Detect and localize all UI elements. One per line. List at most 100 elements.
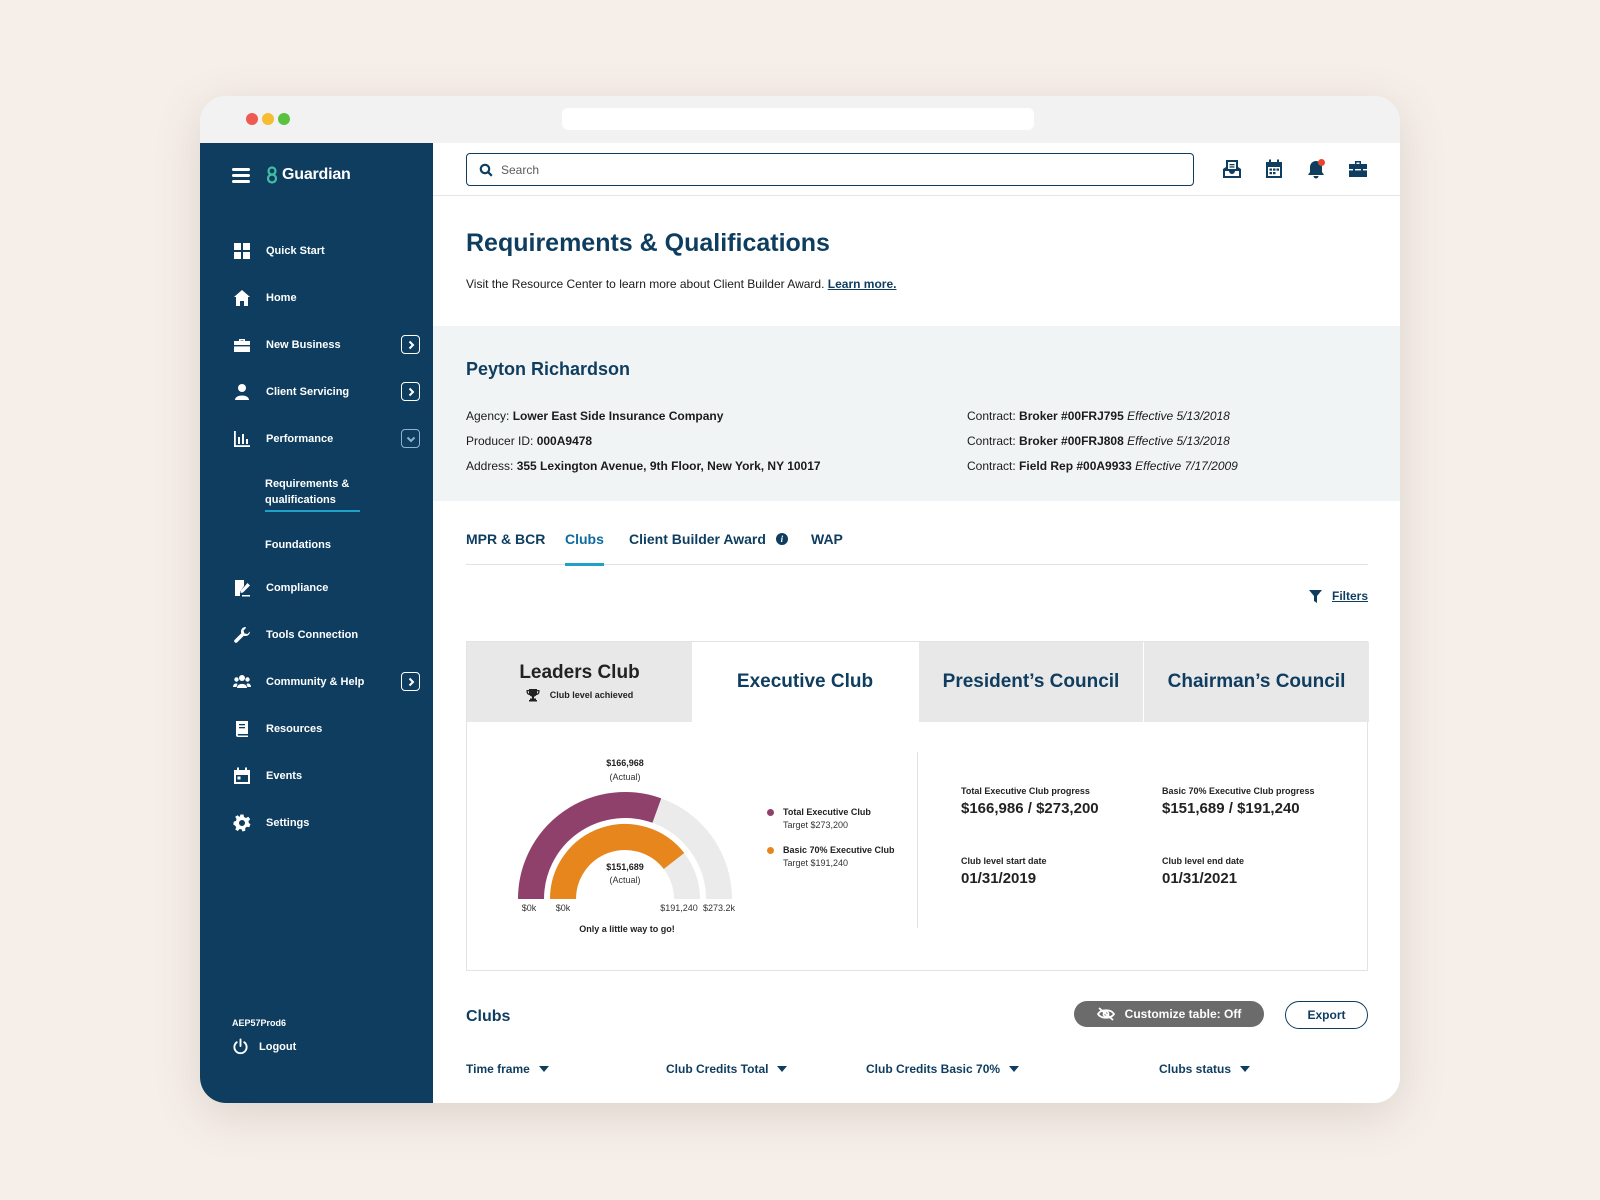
sidebar-item-label: New Business xyxy=(266,338,341,351)
gauge-legend: Total Executive Club Target $273,200 Bas… xyxy=(767,806,897,882)
club-tab-chairmans[interactable]: Chairman’s Council xyxy=(1144,642,1369,722)
menu-icon[interactable] xyxy=(232,167,250,183)
minimize-window-button[interactable] xyxy=(262,113,274,125)
panel-divider xyxy=(917,752,918,928)
book-icon xyxy=(232,719,252,739)
tab-label: Client Builder Award xyxy=(629,531,766,547)
contract-effective: Effective 5/13/2018 xyxy=(1127,409,1230,423)
contract-value: Broker #00FRJ795 xyxy=(1019,409,1124,423)
wrench-icon xyxy=(232,625,252,645)
column-header-time-frame[interactable]: Time frame xyxy=(466,1062,549,1076)
sidebar-item-community-help[interactable]: Community & Help xyxy=(200,658,433,705)
progress-gauge: $166,968 (Actual) $151,689 (Actual) $0k … xyxy=(467,722,917,972)
column-header-clubs-status[interactable]: Clubs status xyxy=(1159,1062,1251,1076)
tab-label: Clubs xyxy=(565,531,604,547)
club-panel: Leaders Club Club level achieved Executi… xyxy=(466,641,1369,972)
logout-button[interactable]: Logout xyxy=(232,1038,296,1055)
top-icons xyxy=(1222,159,1368,179)
chevron-down-icon[interactable] xyxy=(401,429,420,448)
tab-label: MPR & BCR xyxy=(466,531,546,547)
sidebar-item-label: Settings xyxy=(266,816,310,829)
inner-min-label: $0k xyxy=(556,903,571,913)
tab-wap[interactable]: WAP xyxy=(811,531,843,565)
intro-text: Visit the Resource Center to learn more … xyxy=(466,277,896,291)
club-tab-presidents[interactable]: President’s Council xyxy=(919,642,1143,722)
club-tab-label: Leaders Club xyxy=(519,662,640,683)
stat-value: 01/31/2021 xyxy=(1162,870,1238,887)
sidebar-item-compliance[interactable]: Compliance xyxy=(200,564,433,611)
sidebar-item-new-business[interactable]: New Business xyxy=(200,321,433,368)
caret-down-icon xyxy=(777,1066,788,1072)
stat-value: $151,689 / $191,240 xyxy=(1162,800,1300,817)
outer-actual-note: (Actual) xyxy=(609,772,640,782)
contract-label: Contract: xyxy=(967,434,1016,448)
inner-max-label: $191,240 xyxy=(660,903,698,913)
bell-icon[interactable] xyxy=(1306,159,1326,179)
tab-client-builder-award[interactable]: Client Builder Award i xyxy=(629,531,788,565)
chevron-right-icon[interactable] xyxy=(401,382,420,401)
tab-bar: MPR & BCR Clubs Client Builder Award i WA… xyxy=(466,531,1368,566)
caret-down-icon xyxy=(538,1066,549,1072)
agency-value: Lower East Side Insurance Company xyxy=(512,409,724,423)
customize-label: Customize table: Off xyxy=(1124,1007,1242,1021)
chevron-right-icon[interactable] xyxy=(401,335,420,354)
customize-table-toggle[interactable]: Customize table: Off xyxy=(1074,1001,1264,1027)
people-icon xyxy=(232,672,252,692)
sidebar-item-settings[interactable]: Settings xyxy=(200,799,433,846)
address-bar[interactable] xyxy=(562,108,1034,130)
legend-name: Basic 70% Executive Club xyxy=(783,845,895,855)
sidebar-item-performance[interactable]: Performance xyxy=(200,415,433,462)
club-tab-executive[interactable]: Executive Club xyxy=(692,642,918,722)
stat-start-date: Club level start date 01/31/2019 xyxy=(961,856,1047,887)
column-label: Time frame xyxy=(466,1062,530,1076)
info-icon[interactable]: i xyxy=(775,533,788,545)
inbox-icon[interactable] xyxy=(1222,159,1242,179)
legend-item: Total Executive Club Target $273,200 xyxy=(767,806,897,832)
calendar-icon[interactable] xyxy=(1264,159,1284,179)
search-input[interactable] xyxy=(501,162,1181,177)
sidebar-item-label: Tools Connection xyxy=(266,628,359,641)
tab-mpr-bcr[interactable]: MPR & BCR xyxy=(466,531,545,565)
sidebar-subitem-label: Requirements & qualifications xyxy=(265,476,360,512)
sidebar-item-home[interactable]: Home xyxy=(200,274,433,321)
stat-label: Club level end date xyxy=(1162,856,1245,866)
club-achieved-status: Club level achieved xyxy=(526,688,634,702)
club-tab-leaders[interactable]: Leaders Club Club level achieved xyxy=(467,642,692,722)
filters-label: Filters xyxy=(1331,589,1368,603)
search-icon xyxy=(479,163,493,177)
brand-name: Guardian xyxy=(282,166,351,183)
club-tab-label: Chairman’s Council xyxy=(1167,671,1346,692)
sidebar-item-resources[interactable]: Resources xyxy=(200,705,433,752)
sidebar-subitem-label: Foundations xyxy=(265,539,331,551)
tab-clubs[interactable]: Clubs xyxy=(565,531,604,566)
calendar-icon xyxy=(232,766,252,786)
close-window-button[interactable] xyxy=(246,113,258,125)
agency-label: Agency: xyxy=(466,409,510,423)
browser-chrome xyxy=(200,96,1400,143)
club-achieved-label: Club level achieved xyxy=(549,690,634,700)
learn-more-link[interactable]: Learn more. xyxy=(828,277,897,291)
filter-icon xyxy=(1308,589,1322,603)
maximize-window-button[interactable] xyxy=(278,113,290,125)
search-box[interactable] xyxy=(466,153,1194,186)
export-button[interactable]: Export xyxy=(1285,1001,1368,1029)
sidebar-item-tools-connection[interactable]: Tools Connection xyxy=(200,611,433,658)
agency-line: Agency: Lower East Side Insurance Compan… xyxy=(466,409,723,423)
sidebar-item-label: Resources xyxy=(266,722,323,735)
brand: Guardian xyxy=(232,163,351,187)
sidebar-item-quick-start[interactable]: Quick Start xyxy=(200,227,433,274)
column-header-credits-total[interactable]: Club Credits Total xyxy=(666,1062,788,1076)
stat-value: 01/31/2019 xyxy=(961,870,1037,887)
outer-min-label: $0k xyxy=(522,903,537,913)
contract-line: Contract: Broker #00FRJ808 Effective 5/1… xyxy=(967,434,1230,448)
address-label: Address: xyxy=(466,459,514,473)
sidebar-item-events[interactable]: Events xyxy=(200,752,433,799)
sidebar-subitem-foundations[interactable]: Foundations xyxy=(200,526,433,564)
user-icon xyxy=(232,382,252,402)
chevron-right-icon[interactable] xyxy=(401,672,420,691)
toolbox-icon[interactable] xyxy=(1348,159,1368,179)
sidebar-subitem-requirements[interactable]: Requirements & qualifications xyxy=(200,462,433,526)
sidebar-item-client-servicing[interactable]: Client Servicing xyxy=(200,368,433,415)
column-header-credits-basic[interactable]: Club Credits Basic 70% xyxy=(866,1062,1020,1076)
filters-button[interactable]: Filters xyxy=(1308,589,1368,603)
